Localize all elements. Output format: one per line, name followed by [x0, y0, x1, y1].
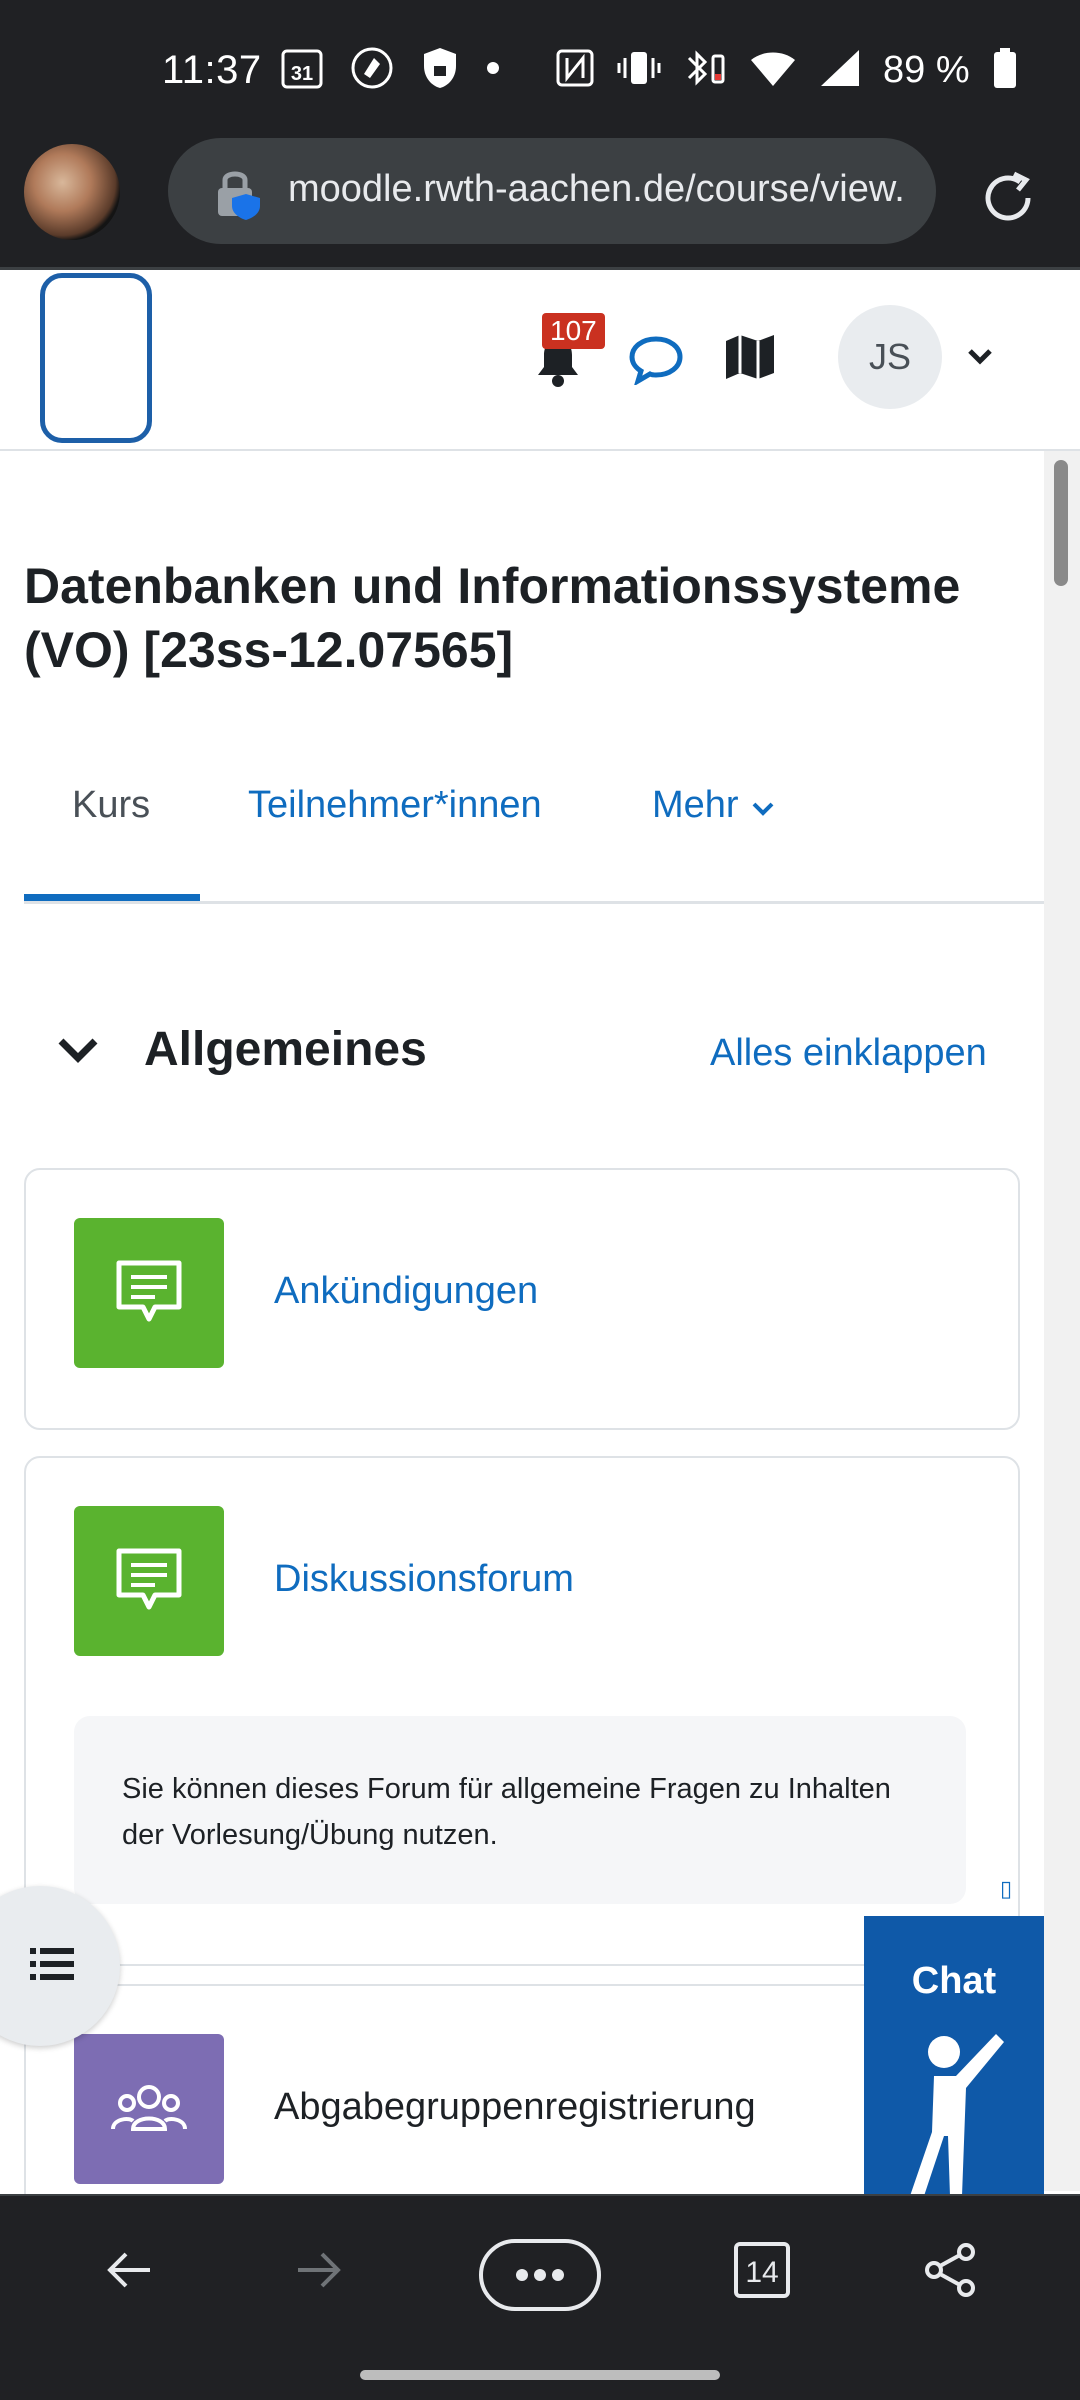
- nfc-icon: [555, 48, 595, 93]
- activity-card: Ankündigungen: [24, 1168, 1020, 1430]
- status-time: 11:37: [162, 48, 262, 92]
- map-icon[interactable]: [724, 331, 776, 388]
- more-options-icon[interactable]: [478, 2238, 602, 2317]
- svg-text:31: 31: [291, 63, 313, 85]
- activity-card: Diskussionsforum Sie können dieses Forum…: [24, 1456, 1020, 1966]
- user-avatar[interactable]: JS: [838, 305, 942, 409]
- dot-icon: [486, 61, 500, 80]
- gesture-navigation-bar[interactable]: [360, 2370, 720, 2380]
- back-arrow-icon[interactable]: [100, 2240, 160, 2305]
- forum-icon[interactable]: [74, 1218, 224, 1368]
- svg-text:14: 14: [745, 2256, 778, 2289]
- section-title[interactable]: Allgemeines: [144, 1022, 427, 1077]
- reload-icon[interactable]: [976, 166, 1040, 235]
- person-raising-hand-icon: [910, 2034, 1004, 2196]
- share-icon[interactable]: [920, 2240, 980, 2305]
- wifi-icon: [749, 48, 797, 93]
- tab-more-label: Mehr: [652, 784, 739, 826]
- tab-more[interactable]: Mehr: [652, 784, 775, 827]
- placeholder-glyph-icon: ▯: [1000, 1876, 1013, 1901]
- page-scrollbar-thumb[interactable]: [1054, 460, 1068, 586]
- user-menu-chevron-icon[interactable]: [966, 347, 994, 372]
- site-logo-link[interactable]: [40, 273, 152, 443]
- list-icon: [30, 1948, 74, 1980]
- activity-link[interactable]: Ankündigungen: [274, 1270, 538, 1313]
- course-tabs: Kurs Teilnehmer*innen Mehr: [24, 740, 1044, 904]
- group-icon[interactable]: [74, 2034, 224, 2184]
- notification-count-badge[interactable]: 107: [542, 313, 605, 349]
- url-text[interactable]: moodle.rwth-aachen.de/course/view.: [288, 168, 918, 211]
- collapse-all-link[interactable]: Alles einklappen: [710, 1032, 987, 1075]
- active-tab-indicator: [24, 894, 200, 901]
- status-notification-icons: 31: [280, 46, 500, 95]
- activity-description: Sie können dieses Forum für allgemeine F…: [74, 1716, 966, 1904]
- page-scrollbar-track[interactable]: [1044, 451, 1080, 2191]
- moodle-navbar: 107 JS: [0, 273, 1080, 451]
- messages-icon[interactable]: [628, 333, 684, 390]
- tabs-count-icon[interactable]: 14: [732, 2240, 792, 2305]
- site-lock-icon[interactable]: [212, 166, 268, 227]
- battery-icon: [992, 46, 1018, 95]
- forum-icon[interactable]: [74, 1506, 224, 1656]
- course-title: Datenbanken und Informationssysteme (VO)…: [24, 558, 961, 678]
- news-app-icon: [350, 46, 394, 95]
- signal-icon: [819, 48, 861, 93]
- forward-arrow-icon[interactable]: [288, 2240, 348, 2305]
- tab-participants[interactable]: Teilnehmer*innen: [248, 784, 542, 827]
- status-system-icons: 89 %: [555, 46, 1018, 95]
- chevron-down-icon: [751, 784, 775, 827]
- calendar-icon: 31: [280, 46, 324, 95]
- vpn-lock-icon: [420, 46, 460, 95]
- tab-course[interactable]: Kurs: [72, 784, 150, 827]
- battery-percent: 89 %: [883, 49, 970, 91]
- activity-link[interactable]: Abgabegruppenregistrierung: [274, 2086, 756, 2129]
- chat-label: Chat: [911, 1960, 997, 2002]
- status-bar: 11:37 31 89 %: [0, 0, 1080, 130]
- chat-widget-button[interactable]: Chat: [864, 1916, 1044, 2196]
- browser-profile-avatar[interactable]: [24, 144, 120, 240]
- activity-link[interactable]: Diskussionsforum: [274, 1558, 574, 1601]
- browser-toolbar: moodle.rwth-aachen.de/course/view.: [0, 130, 1080, 270]
- address-bar[interactable]: moodle.rwth-aachen.de/course/view.: [168, 138, 936, 244]
- vibrate-icon: [617, 48, 661, 93]
- section-collapse-chevron-icon[interactable]: [56, 1036, 100, 1071]
- bluetooth-battery-icon: [683, 46, 727, 95]
